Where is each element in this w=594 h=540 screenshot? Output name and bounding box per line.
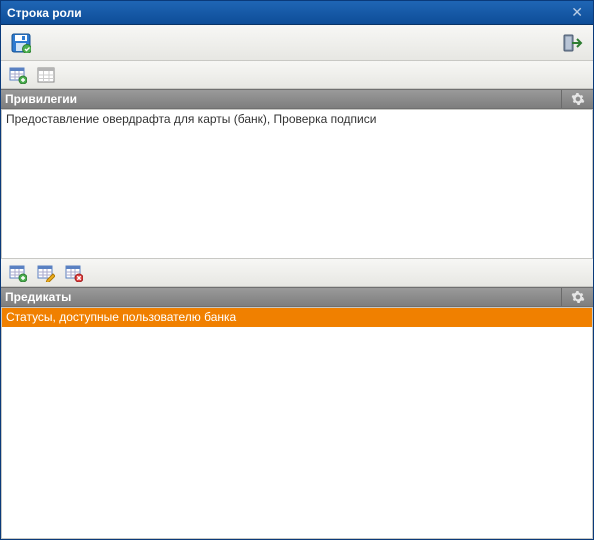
predicates-row-text: Статусы, доступные пользователю банка bbox=[6, 310, 236, 324]
privileges-header-label: Привилегии bbox=[1, 92, 561, 106]
table-add-icon bbox=[9, 66, 27, 84]
predicates-settings-button[interactable] bbox=[561, 288, 593, 306]
privileges-toolbar bbox=[1, 61, 593, 89]
predicates-add-button[interactable] bbox=[7, 262, 29, 284]
privileges-view-button[interactable] bbox=[35, 64, 57, 86]
table-delete-icon bbox=[65, 264, 83, 282]
predicates-row[interactable]: Статусы, доступные пользователю банка bbox=[2, 308, 592, 327]
privileges-header: Привилегии bbox=[1, 89, 593, 109]
gear-icon bbox=[571, 92, 585, 106]
gear-icon bbox=[571, 290, 585, 304]
window-title: Строка роли bbox=[7, 6, 567, 20]
titlebar: Строка роли ✕ bbox=[1, 1, 593, 25]
table-icon bbox=[37, 66, 55, 84]
table-add-icon bbox=[9, 264, 27, 282]
exit-icon bbox=[563, 33, 583, 53]
save-icon bbox=[11, 33, 31, 53]
predicates-header: Предикаты bbox=[1, 287, 593, 307]
predicates-edit-button[interactable] bbox=[35, 262, 57, 284]
predicates-delete-button[interactable] bbox=[63, 262, 85, 284]
table-edit-icon bbox=[37, 264, 55, 282]
main-toolbar bbox=[1, 25, 593, 61]
predicates-section: Предикаты Статусы, доступные пользовател… bbox=[1, 259, 593, 539]
privileges-add-button[interactable] bbox=[7, 64, 29, 86]
privileges-grid[interactable]: Предоставление овердрафта для карты (бан… bbox=[1, 109, 593, 259]
privileges-row[interactable]: Предоставление овердрафта для карты (бан… bbox=[2, 110, 592, 129]
predicates-grid[interactable]: Статусы, доступные пользователю банка bbox=[1, 307, 593, 539]
privileges-row-text: Предоставление овердрафта для карты (бан… bbox=[6, 112, 376, 126]
privileges-settings-button[interactable] bbox=[561, 90, 593, 108]
close-icon[interactable]: ✕ bbox=[567, 4, 587, 21]
exit-button[interactable] bbox=[561, 31, 585, 55]
save-button[interactable] bbox=[9, 31, 33, 55]
predicates-header-label: Предикаты bbox=[1, 290, 561, 304]
predicates-toolbar bbox=[1, 259, 593, 287]
role-row-window: Строка роли ✕ bbox=[0, 0, 594, 540]
